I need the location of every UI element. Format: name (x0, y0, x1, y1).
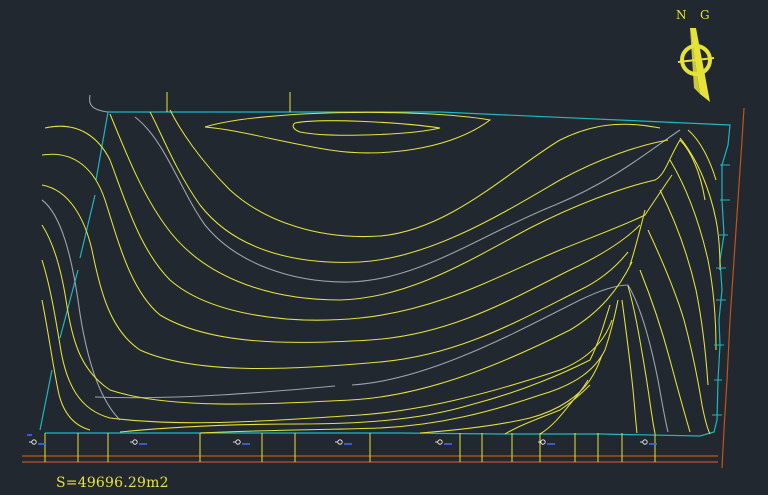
survey-marker-icon (130, 439, 147, 445)
north-label: N (676, 8, 687, 22)
cad-drawing: N G S=49696.29m2 (0, 0, 768, 495)
grid-north-label: G (700, 8, 710, 22)
contour-map (22, 28, 745, 469)
site-boundary (39, 111, 731, 437)
survey-marker-icon (233, 439, 250, 445)
survey-marker-icon (27, 434, 46, 445)
survey-marker-icon (538, 439, 555, 445)
survey-marker-icon (435, 439, 452, 445)
grid-ticks (44, 92, 656, 462)
north-arrow-icon (677, 28, 715, 102)
survey-marker-icon (640, 439, 657, 445)
survey-marker-icon (335, 439, 352, 445)
contour-lines (41, 109, 721, 435)
survey-markers (27, 434, 657, 445)
area-label: S=49696.29m2 (56, 475, 169, 491)
